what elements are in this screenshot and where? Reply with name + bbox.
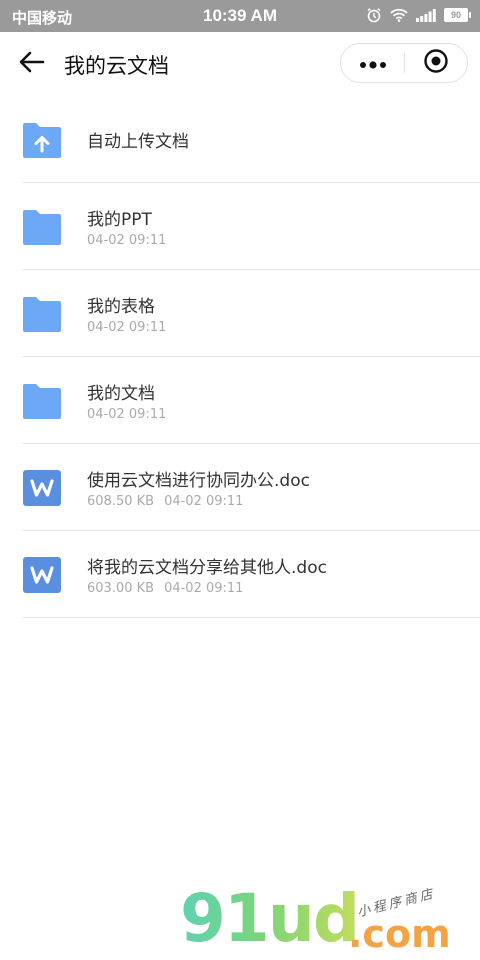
file-name: 我的文档: [87, 384, 155, 404]
file-name: 我的表格: [87, 297, 155, 317]
watermark-logo: 91ud: [180, 880, 360, 957]
battery-icon: 90: [444, 8, 471, 22]
more-button[interactable]: [341, 44, 404, 82]
alarm-icon: [366, 7, 382, 23]
file-item-share-doc[interactable]: 将我的云文档分享给其他人.doc 603.00 KB 04-02 09:11: [22, 531, 480, 618]
file-meta: 04-02 09:11: [87, 233, 166, 248]
word-doc-icon: [22, 468, 62, 508]
page-title: 我的云文档: [64, 54, 169, 78]
file-size: 608.50 KB: [87, 494, 155, 509]
file-name: 使用云文档进行协同办公.doc: [87, 471, 310, 491]
file-meta: 04-02 09:11: [87, 407, 166, 422]
file-name: 自动上传文档: [87, 132, 189, 152]
miniprogram-capsule: [340, 43, 468, 83]
nav-header: 我的云文档: [0, 32, 480, 96]
file-item-collab-doc[interactable]: 使用云文档进行协同办公.doc 608.50 KB 04-02 09:11: [22, 444, 480, 531]
file-size: 603.00 KB: [87, 581, 155, 596]
word-doc-icon: [22, 555, 62, 595]
back-button[interactable]: [14, 48, 50, 80]
file-date: 04-02 09:11: [164, 494, 244, 509]
file-meta: 603.00 KB 04-02 09:11: [87, 581, 243, 596]
file-item-sheet-folder[interactable]: 我的表格 04-02 09:11: [22, 270, 480, 357]
target-circle-icon: [423, 48, 449, 78]
folder-upload-icon: [22, 120, 62, 160]
file-item-doc-folder[interactable]: 我的文档 04-02 09:11: [22, 357, 480, 444]
file-date: 04-02 09:11: [164, 581, 244, 596]
file-date: 04-02 09:11: [87, 320, 167, 335]
site-watermark: 91ud 小程序商店 .com: [180, 880, 470, 960]
folder-icon: [22, 381, 62, 421]
status-bar: 中国移动 10:39 AM 90: [0, 0, 480, 32]
file-name: 将我的云文档分享给其他人.doc: [87, 558, 327, 578]
folder-icon: [22, 294, 62, 334]
folder-icon: [22, 207, 62, 247]
file-date: 04-02 09:11: [87, 407, 167, 422]
file-item-auto-upload[interactable]: 自动上传文档: [22, 96, 480, 183]
signal-icon: [416, 8, 436, 22]
file-date: 04-02 09:11: [87, 233, 167, 248]
file-meta: 608.50 KB 04-02 09:11: [87, 494, 243, 509]
file-meta: 04-02 09:11: [87, 320, 166, 335]
file-item-ppt-folder[interactable]: 我的PPT 04-02 09:11: [22, 183, 480, 270]
watermark-domain: .com: [348, 912, 451, 956]
close-miniprogram-button[interactable]: [405, 44, 467, 82]
wifi-icon: [390, 8, 408, 22]
file-name: 我的PPT: [87, 210, 152, 230]
arrow-left-icon: [19, 51, 45, 77]
file-list: 自动上传文档 我的PPT 04-02 09:11 我的表格 04-02 09:1…: [0, 96, 480, 618]
more-dots-icon: [359, 54, 387, 73]
status-indicators: 90: [366, 7, 471, 23]
